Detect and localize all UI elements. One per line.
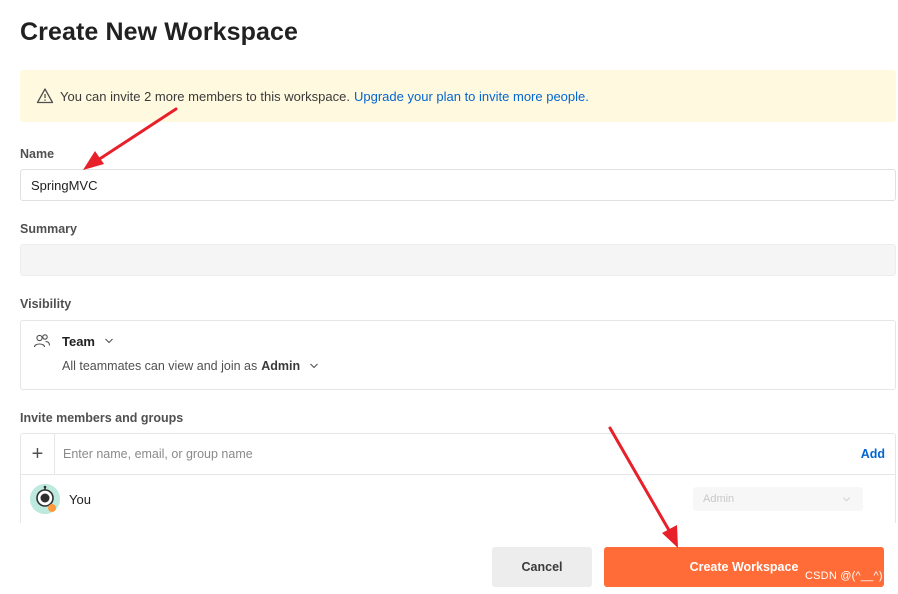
plus-icon[interactable]: + — [21, 433, 55, 475]
banner-text: You can invite 2 more members to this wo… — [60, 88, 350, 104]
name-field[interactable]: SpringMVC — [20, 169, 896, 201]
team-icon — [33, 334, 51, 348]
visibility-description: All teammates can view and join as — [62, 359, 258, 373]
member-name: You — [69, 491, 91, 507]
csdn-watermark: CSDN @(^__^) — [805, 570, 883, 582]
add-button[interactable]: Add — [861, 447, 885, 461]
astronaut-avatar-icon — [30, 484, 60, 514]
chevron-down-icon[interactable] — [309, 361, 319, 371]
summary-field[interactable] — [20, 244, 896, 276]
summary-label: Summary — [20, 222, 77, 236]
name-label: Name — [20, 147, 55, 161]
visibility-label: Visibility — [20, 297, 72, 311]
visibility-box: Team All teammates can view and join as … — [20, 320, 896, 390]
page-title: Create New Workspace — [20, 18, 299, 46]
invite-label: Invite members and groups — [20, 411, 184, 425]
invite-input-row: + Add — [21, 433, 895, 475]
visibility-selected: Team — [62, 333, 95, 349]
avatar — [30, 484, 60, 514]
invite-box: + Add You Admin — [20, 433, 896, 523]
cancel-button[interactable]: Cancel — [492, 547, 592, 587]
role-dropdown[interactable]: Admin — [261, 359, 300, 373]
invite-input[interactable] — [63, 447, 763, 461]
chevron-down-icon — [105, 338, 113, 344]
visibility-description-row: All teammates can view and join as Admin — [62, 359, 319, 373]
member-role-select: Admin — [693, 487, 863, 511]
upgrade-banner: You can invite 2 more members to this wo… — [20, 70, 896, 122]
member-role: Admin — [703, 493, 735, 505]
chevron-down-icon — [842, 497, 851, 502]
warning-icon — [36, 88, 54, 104]
member-row: You Admin — [21, 475, 895, 523]
visibility-dropdown[interactable]: Team — [33, 332, 114, 350]
upgrade-link[interactable]: Upgrade your plan to invite more people. — [354, 89, 589, 104]
